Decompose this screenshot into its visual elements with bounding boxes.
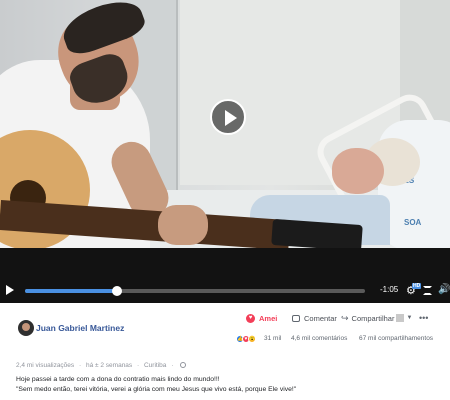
view-count: 2,4 mi visualizações xyxy=(16,362,75,369)
comment-button[interactable]: Comentar xyxy=(292,311,337,325)
share-button[interactable]: ↪ Compartilhar ▼ xyxy=(341,311,412,325)
share-target-avatar xyxy=(396,314,405,322)
separator: · xyxy=(78,362,82,369)
pillow-print-2: SOA xyxy=(404,218,422,227)
time-remaining: -1:05 xyxy=(380,285,399,294)
progress-bar[interactable] xyxy=(25,286,365,296)
progress-fill xyxy=(25,289,117,293)
play-button[interactable] xyxy=(210,99,246,135)
more-button[interactable]: ••• xyxy=(419,311,428,325)
post-time[interactable]: há ± 2 semanas xyxy=(86,362,132,369)
react-button[interactable]: ♥ Amei xyxy=(246,311,277,325)
play-icon[interactable] xyxy=(6,285,14,295)
comment-label: Comentar xyxy=(304,313,337,323)
video-player[interactable]: ADES SOA -1:05 ⚙ HD 🔊 xyxy=(0,0,450,303)
more-icon: ••• xyxy=(419,313,429,323)
globe-icon xyxy=(180,362,187,368)
video-controls: -1:05 ⚙ HD 🔊 xyxy=(0,280,450,302)
author-name[interactable]: Juan Gabriel Martinez xyxy=(36,323,124,333)
caption-line: "Sem medo então, terei vitória, verei a … xyxy=(16,386,297,393)
caption-line: Hoje passei a tarde com a dona do contra… xyxy=(16,376,220,383)
share-icon: ↪ xyxy=(341,312,349,323)
wow-reaction-icon: 😮 xyxy=(248,335,256,343)
comments-count[interactable]: 4,6 mil comentários xyxy=(291,335,347,342)
volume-icon[interactable]: 🔊 xyxy=(438,285,450,295)
avatar[interactable] xyxy=(18,320,34,336)
fullscreen-icon[interactable] xyxy=(423,286,432,295)
post-meta: 2,4 mi visualizações · há ± 2 semanas · … xyxy=(16,362,187,369)
post-location[interactable]: Curitiba xyxy=(144,362,166,369)
settings-button[interactable]: ⚙ HD xyxy=(406,283,422,297)
share-label: Compartilhar xyxy=(351,313,395,323)
post-caption: Hoje passei a tarde com a dona do contra… xyxy=(16,375,296,395)
react-label: Amei xyxy=(259,313,278,323)
separator: · xyxy=(137,362,140,369)
progress-knob[interactable] xyxy=(111,286,122,296)
patient-face xyxy=(332,148,384,194)
guitar-headstock xyxy=(271,218,363,248)
heart-icon: ♥ xyxy=(246,313,255,323)
reaction-count[interactable]: 31 mil xyxy=(264,335,281,342)
chevron-down-icon: ▼ xyxy=(406,315,413,321)
hd-badge: HD xyxy=(412,283,422,289)
comment-icon xyxy=(292,314,300,322)
man-hand xyxy=(158,205,208,245)
shares-count[interactable]: 67 mil compartilhamentos xyxy=(359,335,433,342)
separator: · xyxy=(171,362,174,369)
reaction-icons[interactable]: 👍 ♥ 😮 xyxy=(236,335,256,343)
